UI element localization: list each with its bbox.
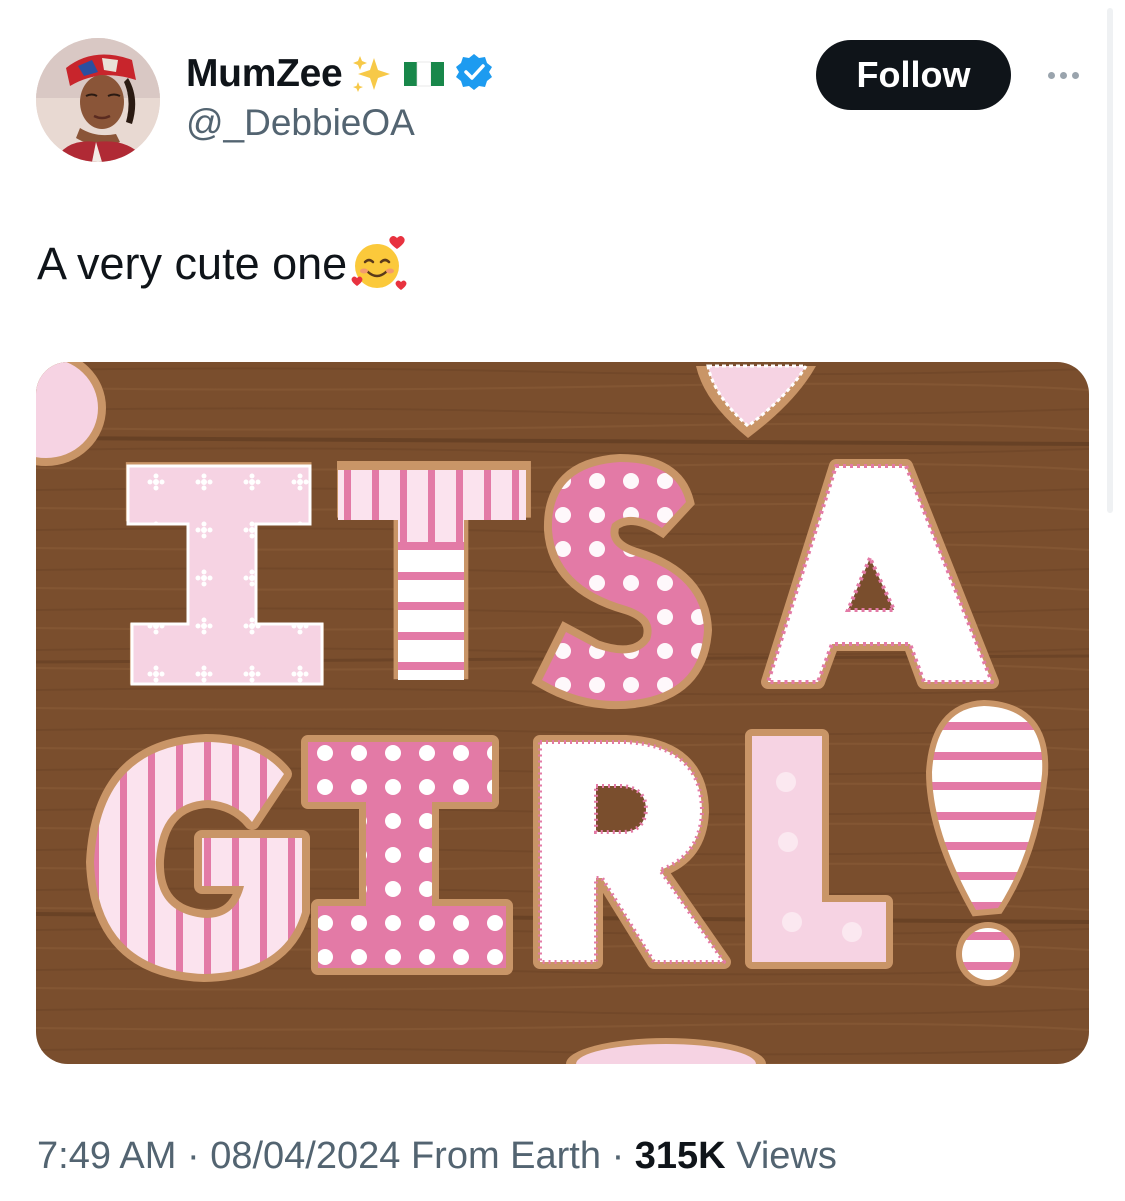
more-dot	[1048, 71, 1055, 79]
sparkles-icon	[350, 52, 394, 96]
more-options-icon[interactable]	[1041, 60, 1086, 90]
tweet-source: From Earth	[410, 1135, 601, 1177]
display-name-row: MumZee	[186, 50, 498, 98]
tweet-date[interactable]: 08/04/2024	[210, 1135, 400, 1177]
cookie-letter-s	[531, 453, 713, 710]
views-count[interactable]: 315K	[635, 1135, 726, 1177]
more-dot	[1072, 71, 1079, 79]
scrollbar[interactable]	[1107, 8, 1113, 513]
tweet-meta: 7:49 AM · 08/04/2024 From Earth · 315K V…	[37, 1135, 837, 1178]
cookie-letter-g	[86, 734, 310, 982]
tweet-text: A very cute one	[37, 234, 409, 294]
views-label: Views	[736, 1135, 837, 1177]
cookie-letter-r	[533, 735, 731, 969]
tweet-media-image[interactable]	[36, 362, 1089, 1064]
tweet-text-content: A very cute one	[37, 238, 348, 289]
more-dot	[1060, 71, 1067, 79]
nigeria-flag-icon	[402, 52, 446, 96]
author-handle[interactable]: @_DebbieOA	[186, 102, 498, 144]
tweet-time[interactable]: 7:49 AM	[37, 1135, 176, 1177]
display-name[interactable]: MumZee	[186, 52, 343, 96]
tweet-header: MumZee @_DebbieOA Follow	[36, 38, 1086, 163]
smiling-face-with-hearts-icon	[349, 234, 409, 294]
verified-badge-icon	[454, 52, 498, 96]
author-names: MumZee @_DebbieOA	[186, 50, 498, 144]
separator: ·	[186, 1135, 200, 1177]
follow-button[interactable]: Follow	[816, 40, 1011, 110]
avatar[interactable]	[36, 38, 160, 162]
separator: ·	[611, 1135, 625, 1177]
